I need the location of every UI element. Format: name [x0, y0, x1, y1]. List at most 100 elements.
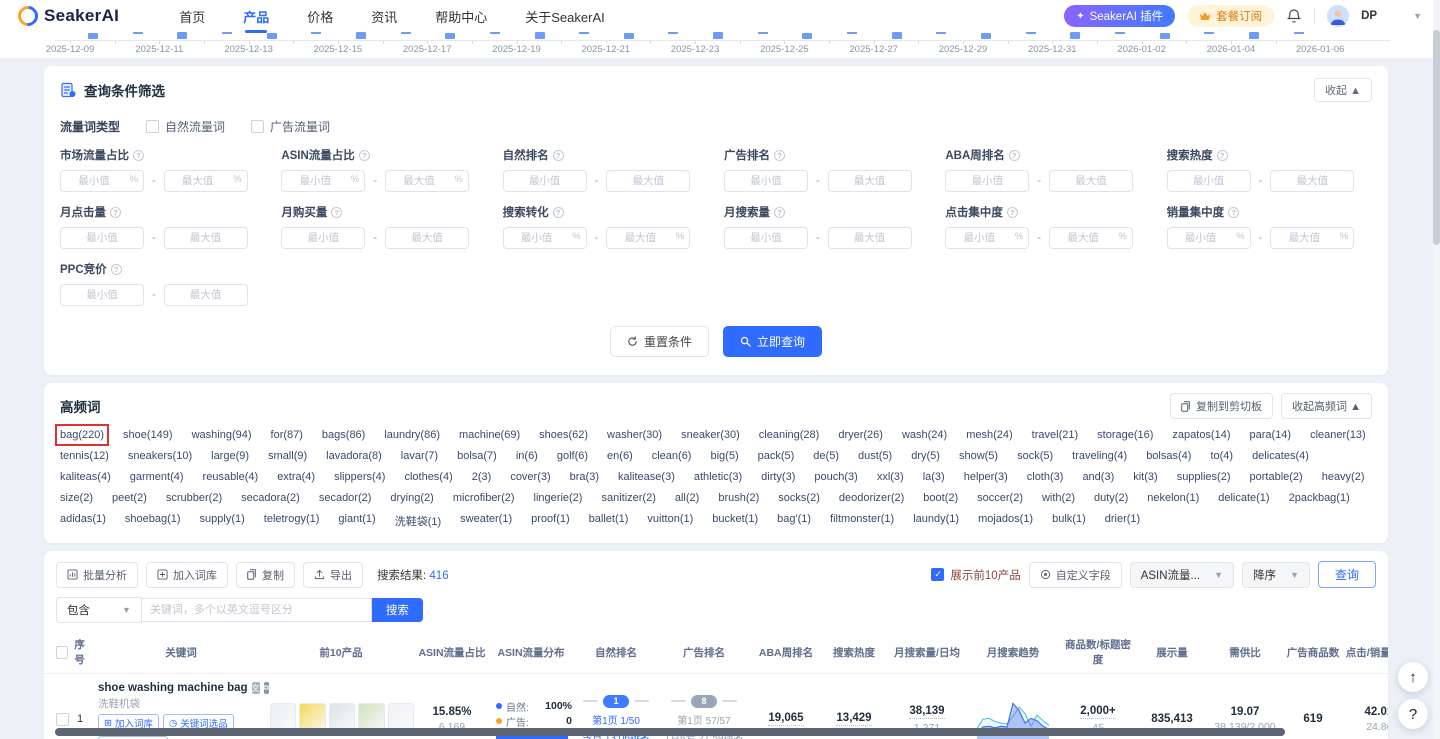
hot-word[interactable]: wash(24) [902, 429, 947, 441]
select-all-checkbox[interactable] [56, 646, 68, 659]
add-to-wordlist-button[interactable]: 加入词库 [146, 562, 228, 588]
hot-word[interactable]: giant(1) [338, 513, 375, 529]
hot-word[interactable]: laundy(1) [913, 513, 959, 529]
collapse-filters-button[interactable]: 收起 ▲ [1314, 78, 1372, 102]
max-value-input[interactable] [164, 284, 248, 306]
nav-item-0[interactable]: 首页 [179, 0, 205, 34]
hot-word[interactable]: drying(2) [390, 492, 433, 504]
sort-order-select[interactable]: 降序 ▼ [1242, 562, 1310, 588]
hot-word[interactable]: travel(21) [1032, 429, 1078, 441]
logo[interactable]: SeakerAI [18, 6, 119, 26]
hot-word[interactable]: sweater(1) [460, 513, 512, 529]
hot-word[interactable]: kit(3) [1133, 471, 1157, 483]
hot-word[interactable]: bags(86) [322, 429, 365, 441]
help-button[interactable]: ? [1398, 699, 1428, 729]
max-value-input[interactable] [828, 170, 912, 192]
hot-word[interactable]: to(4) [1210, 450, 1233, 462]
hot-word[interactable]: athletic(3) [694, 471, 742, 483]
nav-item-3[interactable]: 资讯 [371, 0, 397, 34]
batch-analyze-button[interactable]: 批量分析 [56, 562, 138, 588]
max-value-input[interactable] [1270, 227, 1354, 249]
hot-word[interactable]: bra(3) [570, 471, 599, 483]
keyword-link[interactable]: shoe washing machine bag [98, 682, 248, 694]
hot-word[interactable]: golf(6) [557, 450, 588, 462]
min-value-input[interactable] [724, 170, 808, 192]
hot-word[interactable]: proof(1) [531, 513, 570, 529]
min-value-input[interactable] [503, 170, 587, 192]
hot-word[interactable]: shoebag(1) [125, 513, 181, 529]
hot-word[interactable]: 2(3) [472, 471, 492, 483]
hot-word[interactable]: pouch(3) [814, 471, 857, 483]
hot-word[interactable]: mesh(24) [966, 429, 1012, 441]
hot-word[interactable]: brush(2) [718, 492, 759, 504]
hot-word[interactable]: bag'(1) [777, 513, 811, 529]
hot-word[interactable]: portable(2) [1250, 471, 1303, 483]
hot-word[interactable]: ballet(1) [589, 513, 629, 529]
hot-word[interactable]: size(2) [60, 492, 93, 504]
hot-word[interactable]: en(6) [607, 450, 633, 462]
hot-word[interactable]: secadora(2) [241, 492, 300, 504]
hot-word[interactable]: big(5) [710, 450, 738, 462]
hot-word[interactable]: mojados(1) [978, 513, 1033, 529]
hot-word[interactable]: shoe(149) [123, 429, 173, 441]
hot-word[interactable]: garment(4) [130, 471, 184, 483]
hot-word[interactable]: laundry(86) [384, 429, 440, 441]
reset-filters-button[interactable]: 重置条件 [610, 326, 709, 357]
hot-word[interactable]: drier(1) [1105, 513, 1140, 529]
plugin-button[interactable]: ✦ SeakerAI 插件 [1064, 5, 1175, 27]
horizontal-scrollbar[interactable] [55, 728, 1285, 736]
hot-word[interactable]: scrubber(2) [166, 492, 222, 504]
hot-word[interactable]: reusable(4) [203, 471, 259, 483]
nav-item-4[interactable]: 帮助中心 [435, 0, 487, 34]
hot-word[interactable]: all(2) [675, 492, 699, 504]
hot-word[interactable]: washer(30) [607, 429, 662, 441]
hot-word[interactable]: supplies(2) [1177, 471, 1231, 483]
hot-word[interactable]: boot(2) [923, 492, 958, 504]
hot-word[interactable]: slippers(4) [334, 471, 385, 483]
hot-word[interactable]: microfiber(2) [453, 492, 515, 504]
min-value-input[interactable] [945, 227, 1029, 249]
hot-word[interactable]: cover(3) [510, 471, 550, 483]
checkbox-icon[interactable] [146, 120, 159, 133]
max-value-input[interactable] [385, 170, 469, 192]
vertical-scrollbar[interactable] [1433, 30, 1440, 245]
hot-word[interactable]: peet(2) [112, 492, 147, 504]
hot-word[interactable]: bag(220) [60, 429, 104, 441]
hot-word[interactable]: kaliteas(4) [60, 471, 111, 483]
hot-word[interactable]: sneakers(10) [128, 450, 192, 462]
hot-word[interactable]: lavadora(8) [326, 450, 382, 462]
hot-word[interactable]: in(6) [516, 450, 538, 462]
hot-word[interactable]: storage(16) [1097, 429, 1153, 441]
row-checkbox[interactable] [56, 713, 69, 726]
back-to-top-button[interactable]: ↑ [1398, 662, 1428, 692]
keyword-search-input[interactable] [142, 598, 372, 622]
max-value-input[interactable] [164, 170, 248, 192]
traffic-type-checkbox-1[interactable]: 广告流量词 [251, 118, 330, 135]
copy-results-button[interactable]: 复制 [236, 562, 295, 588]
hot-word[interactable]: 洗鞋袋(1) [395, 513, 441, 529]
copy-to-clipboard-button[interactable]: 复制到剪切板 [1170, 393, 1273, 419]
max-value-input[interactable] [1270, 170, 1354, 192]
hot-word[interactable]: dryer(26) [838, 429, 883, 441]
hot-word[interactable]: large(9) [211, 450, 249, 462]
hot-word[interactable]: helper(3) [964, 471, 1008, 483]
hot-word[interactable]: vuitton(1) [647, 513, 693, 529]
max-value-input[interactable] [1049, 227, 1133, 249]
hot-word[interactable]: and(3) [1082, 471, 1114, 483]
match-mode-select[interactable]: 包含 ▼ [56, 597, 142, 623]
hot-word[interactable]: machine(69) [459, 429, 520, 441]
chevron-down-icon[interactable]: ▼ [1413, 11, 1422, 21]
table-query-button[interactable]: 查询 [1318, 561, 1376, 588]
avatar[interactable] [1327, 5, 1349, 27]
hot-word[interactable]: cloth(3) [1027, 471, 1064, 483]
min-value-input[interactable] [281, 170, 365, 192]
nav-item-2[interactable]: 价格 [307, 0, 333, 34]
min-value-input[interactable] [945, 170, 1029, 192]
hot-word[interactable]: socks(2) [778, 492, 820, 504]
min-value-input[interactable] [60, 227, 144, 249]
max-value-input[interactable] [606, 170, 690, 192]
min-value-input[interactable] [503, 227, 587, 249]
checkbox-icon[interactable] [251, 120, 264, 133]
hot-word[interactable]: show(5) [959, 450, 998, 462]
hot-word[interactable]: small(9) [268, 450, 307, 462]
